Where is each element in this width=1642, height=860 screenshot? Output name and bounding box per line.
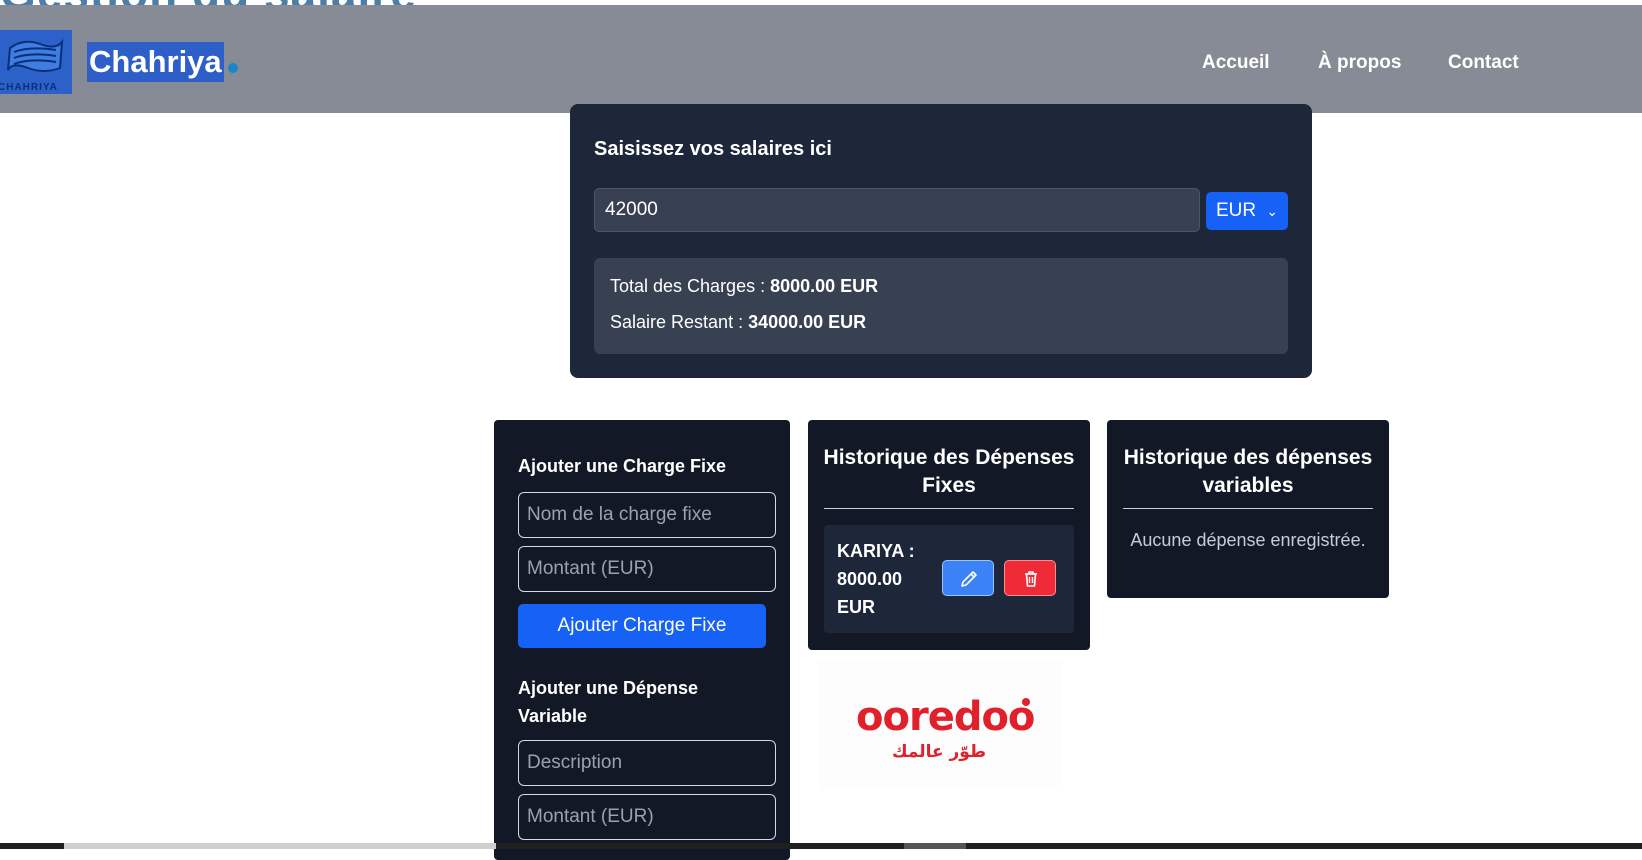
logo-text: CHAHRIYA (0, 82, 58, 93)
variable-expense-amount-input[interactable]: Montant (EUR) (518, 794, 776, 840)
taskbar-segment (904, 843, 966, 849)
totals-box: Total des Charges : 8000.00 EUR Salaire … (594, 258, 1288, 354)
add-fixed-charge-button[interactable]: Ajouter Charge Fixe (518, 604, 766, 648)
salary-input-value: 42000 (605, 199, 658, 220)
fixed-history-title: Historique des Dépenses Fixes (823, 446, 1075, 497)
scrollbar-thumb[interactable] (64, 843, 496, 849)
edit-button[interactable] (942, 560, 994, 596)
logo-emblem-icon (7, 38, 64, 72)
pencil-icon (961, 571, 977, 587)
salary-card: Saisissez vos salaires ici 42000 EUR ⌄ T… (570, 104, 1312, 378)
divider (824, 508, 1074, 509)
remaining-salary-row: Salaire Restant : 34000.00 EUR (610, 312, 866, 333)
fixed-charge-amount-input[interactable]: Montant (EUR) (518, 546, 776, 592)
nav-contact[interactable]: Contact (1448, 52, 1519, 74)
fixed-charge-name-input[interactable]: Nom de la charge fixe (518, 492, 776, 538)
nav-accueil[interactable]: Accueil (1202, 52, 1270, 74)
logo[interactable]: CHAHRIYA (0, 30, 72, 94)
site-header: CHAHRIYA Chahriya Accueil À propos Conta… (0, 5, 1642, 113)
delete-button[interactable] (1004, 560, 1056, 596)
salary-title: Saisissez vos salaires ici (594, 138, 832, 160)
fixed-expense-label: KARIYA : 8000.00 EUR (837, 541, 915, 617)
chevron-down-icon: ⌄ (1266, 203, 1278, 219)
expense-form-panel: Ajouter une Charge Fixe Nom de la charge… (494, 420, 790, 860)
horizontal-scrollbar[interactable] (0, 843, 1642, 849)
fixed-history-panel: Historique des Dépenses Fixes KARIYA : 8… (808, 420, 1090, 650)
variable-history-title: Historique des dépenses variables (1123, 446, 1373, 497)
ad-brand-dot (1022, 698, 1030, 706)
currency-select[interactable]: EUR ⌄ (1206, 192, 1288, 230)
brand-name[interactable]: Chahriya (87, 42, 224, 82)
brand-dot (228, 63, 238, 73)
trash-icon (1025, 571, 1037, 587)
currency-value: EUR (1216, 200, 1257, 221)
total-charges-value: 8000.00 EUR (770, 276, 879, 296)
total-charges-label: Total des Charges : (610, 276, 766, 296)
variable-expense-description-input[interactable]: Description (518, 740, 776, 786)
list-item: KARIYA : 8000.00 EUR (824, 525, 1074, 633)
salary-input[interactable]: 42000 (594, 188, 1200, 232)
variable-expense-title: Ajouter une Dépense Variable (518, 678, 699, 726)
variable-history-panel: Historique des dépenses variables Aucune… (1107, 420, 1389, 598)
ooredoo-ad-logo[interactable]: ooredoo طوّر عالمك (818, 660, 1062, 790)
ad-brand-name: ooredoo (856, 694, 1035, 740)
divider (1123, 508, 1373, 509)
remaining-salary-value: 34000.00 EUR (748, 312, 867, 332)
remaining-salary-label: Salaire Restant : (610, 312, 744, 332)
variable-history-empty: Aucune dépense enregistrée. (1130, 530, 1366, 550)
ad-tagline: طوّر عالمك (892, 742, 986, 762)
nav-a-propos[interactable]: À propos (1318, 52, 1401, 74)
fixed-charge-title: Ajouter une Charge Fixe (518, 456, 727, 476)
total-charges-row: Total des Charges : 8000.00 EUR (610, 276, 878, 297)
